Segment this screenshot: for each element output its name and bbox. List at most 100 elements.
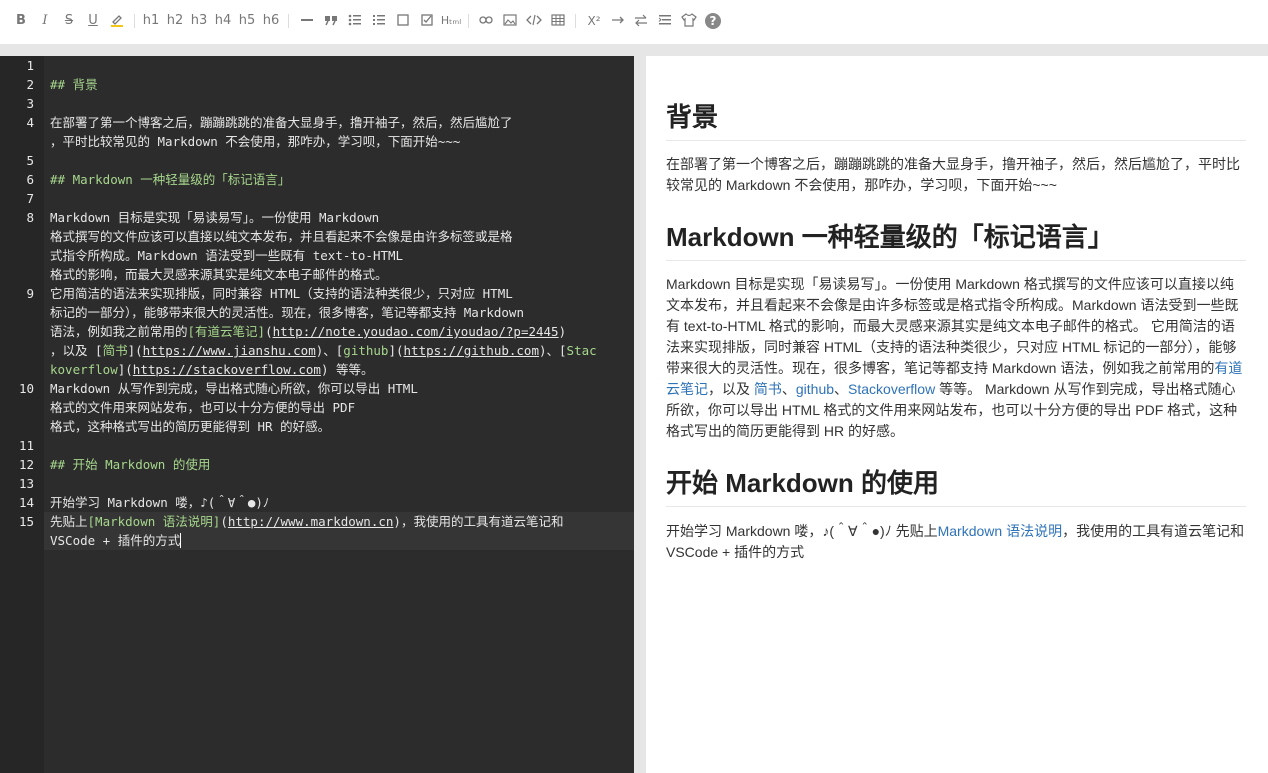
- preview-heading: Markdown 一种轻量级的「标记语言」: [666, 220, 1246, 261]
- marker-icon: [111, 15, 123, 27]
- h1-button[interactable]: h1: [142, 11, 160, 31]
- text-span: 、: [781, 381, 796, 397]
- link-github[interactable]: github: [796, 381, 834, 397]
- preview-paragraph: 开始学习 Markdown 喽，♪(＾∀＾●)ﾉ 先贴上Markdown 语法说…: [666, 521, 1246, 563]
- ordered-list-button[interactable]: [370, 11, 388, 31]
- h5-button[interactable]: h5: [238, 11, 256, 31]
- help-button[interactable]: ?: [704, 11, 722, 31]
- md-link-url[interactable]: http://www.markdown.cn: [228, 514, 394, 529]
- code-text: )，我使用的工具有道云笔记和: [393, 514, 564, 529]
- md-link-text: github: [343, 343, 389, 358]
- underline-button[interactable]: U: [84, 11, 102, 31]
- horizontal-rule-button[interactable]: [298, 11, 316, 31]
- strikethrough-button[interactable]: S: [60, 11, 78, 31]
- text-span: ，以及: [708, 381, 754, 397]
- line-number: 4: [26, 115, 34, 130]
- code-text: )、[: [538, 343, 567, 358]
- code-line: koverflow](https://stackoverflow.com) 等等…: [50, 360, 634, 379]
- align-button[interactable]: [656, 11, 674, 31]
- horizontal-rule-icon: [301, 19, 313, 21]
- arrow-right-button[interactable]: [609, 11, 627, 31]
- code-line: 开始学习 Markdown 喽，♪(＾∀＾●)ﾉ: [50, 495, 270, 510]
- text-cursor: [180, 533, 182, 548]
- code-line: 先贴上[Markdown 语法说明](http://www.markdown.c…: [50, 512, 634, 531]
- code-line: VSCode + 插件的方式: [50, 531, 634, 550]
- italic-button[interactable]: I: [36, 11, 54, 31]
- line-number: 10: [18, 381, 34, 396]
- link-markdown-syntax[interactable]: Markdown 语法说明: [938, 523, 1062, 539]
- paragraph-text: 在部署了第一个博客之后，蹦蹦跳跳的准备大显身手，撸开袖子，然后，然后尴尬了，平时…: [666, 156, 1240, 193]
- md-link-url[interactable]: https://stackoverflow.com: [133, 362, 321, 377]
- image-button[interactable]: [501, 11, 519, 31]
- code-text: ](: [388, 343, 404, 358]
- link-jianshu[interactable]: 简书: [754, 381, 782, 397]
- toolbar: B I S U h1 h2 h3 h4 h5 h6 Hₜₘₗ X² ?: [0, 0, 1268, 44]
- code-line: ## Markdown 一种轻量级的「标记语言」: [50, 172, 291, 187]
- code-text: ): [558, 324, 567, 339]
- heading-start: 开始 Markdown 的使用: [666, 466, 1246, 507]
- line-number: 15: [18, 514, 34, 529]
- quote-button[interactable]: [322, 11, 340, 31]
- code-text: 先贴上: [50, 514, 88, 529]
- h4-button[interactable]: h4: [214, 11, 232, 31]
- text-span: Markdown 目标是实现「易读易写」。一份使用 Markdown 格式撰写的…: [666, 276, 1239, 376]
- split-divider[interactable]: [634, 56, 646, 773]
- markdown-editor[interactable]: 1 2 3 4 5 6 7 8 9 10 11 12 13 14 15 ## 背…: [0, 56, 634, 773]
- md-link-url[interactable]: https://www.jianshu.com: [143, 343, 316, 358]
- md-link-text: [Markdown 语法说明]: [87, 514, 221, 529]
- line-number: 9: [26, 286, 34, 301]
- link-button[interactable]: [477, 11, 495, 31]
- md-link-text: [有道云笔记]: [187, 324, 266, 339]
- code-line: ，以及 [简书](https://www.jianshu.com)、[githu…: [50, 341, 634, 360]
- md-link-url[interactable]: http://note.youdao.com/iyoudao/?p=2445: [273, 324, 559, 339]
- line-number: 7: [26, 191, 34, 206]
- link-stackoverflow[interactable]: Stackoverflow: [848, 381, 935, 397]
- arrow-right-icon: [612, 16, 624, 24]
- code-text: ，以及 [: [50, 343, 103, 358]
- code-text: VSCode + 插件的方式: [50, 533, 181, 548]
- table-icon: [551, 14, 565, 26]
- h6-button[interactable]: h6: [262, 11, 280, 31]
- line-number: 2: [26, 77, 34, 92]
- preview-heading: 背景: [666, 100, 1246, 141]
- line-number: 6: [26, 172, 34, 187]
- checkbox-button[interactable]: [394, 11, 412, 31]
- md-link-text: koverflow: [50, 362, 118, 377]
- code-line: 格式撰写的文件应该可以直接以纯文本发布，并且看起来不会像是由许多标签或是格: [50, 229, 513, 244]
- code-line: 格式的文件用来网站发布，也可以十分方便的导出 PDF: [50, 400, 356, 415]
- code-line: 格式的影响，而最大灵感来源其实是纯文本电子邮件的格式。: [50, 267, 388, 282]
- superscript-button[interactable]: X²: [584, 11, 604, 31]
- h2-button[interactable]: h2: [166, 11, 184, 31]
- unordered-list-button[interactable]: [346, 11, 364, 31]
- md-link-url[interactable]: https://github.com: [404, 343, 539, 358]
- markdown-preview: 背景 在部署了第一个博客之后，蹦蹦跳跳的准备大显身手，撸开袖子，然后，然后尴尬了…: [646, 56, 1268, 773]
- task-list-button[interactable]: [418, 11, 436, 31]
- code-button[interactable]: [525, 11, 543, 31]
- code-line: 格式，这种格式写出的简历更能得到 HR 的好感。: [50, 419, 331, 434]
- code-text: 语法，例如我之前常用的: [50, 324, 188, 339]
- square-icon: [397, 14, 409, 26]
- table-button[interactable]: [549, 11, 567, 31]
- code-line: 它用简洁的语法来实现排版，同时兼容 HTML（支持的语法种类很少，只对应 HTM…: [50, 286, 513, 301]
- preview-heading: 开始 Markdown 的使用: [666, 466, 1246, 507]
- code-line: ## 背景: [50, 77, 98, 92]
- theme-button[interactable]: [680, 11, 698, 31]
- html-button[interactable]: Hₜₘₗ: [440, 11, 462, 31]
- code-text: ](: [117, 362, 133, 377]
- swap-button[interactable]: [632, 11, 650, 31]
- code-text: ) 等等。: [320, 362, 374, 377]
- highlight-button[interactable]: [108, 11, 126, 31]
- code-text: )、[: [315, 343, 344, 358]
- code-line: ，平时比较常见的 Markdown 不会使用，那咋办，学习呗，下面开始~~~: [50, 134, 461, 149]
- shirt-icon: [681, 13, 697, 27]
- code-icon: [526, 14, 542, 26]
- code-line: 式指令所构成。Markdown 语法受到一些既有 text-to-HTML: [50, 248, 404, 263]
- code-text: (: [220, 514, 228, 529]
- code-line: Markdown 从写作到完成，导出格式随心所欲，你可以导出 HTML: [50, 381, 418, 396]
- heading-markdown: Markdown 一种轻量级的「标记语言」: [666, 220, 1246, 261]
- bold-button[interactable]: B: [12, 11, 30, 31]
- md-link-text: 简书: [102, 343, 128, 358]
- toolbar-divider: [0, 44, 1268, 56]
- h3-button[interactable]: h3: [190, 11, 208, 31]
- indent-icon: [658, 15, 671, 25]
